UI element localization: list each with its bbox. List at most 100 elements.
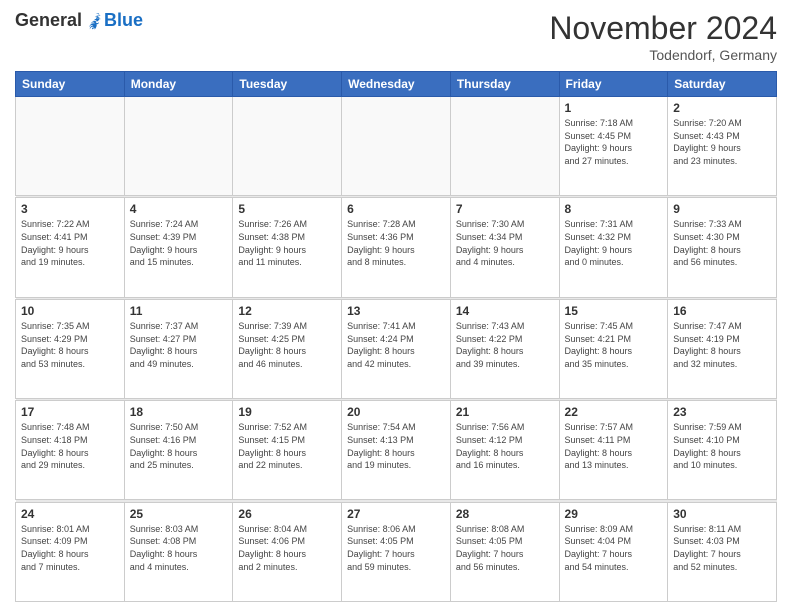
day-number: 12 (238, 304, 336, 318)
calendar-cell (450, 97, 559, 196)
day-number: 25 (130, 507, 228, 521)
day-info: Sunrise: 7:45 AM Sunset: 4:21 PM Dayligh… (565, 320, 663, 370)
calendar-cell: 5 Sunrise: 7:26 AM Sunset: 4:38 PM Daylig… (233, 198, 342, 297)
logo-blue-text: Blue (104, 10, 143, 31)
calendar-cell: 26 Sunrise: 8:04 AM Sunset: 4:06 PM Dayli… (233, 502, 342, 601)
calendar-cell: 12 Sunrise: 7:39 AM Sunset: 4:25 PM Dayli… (233, 299, 342, 398)
day-number: 10 (21, 304, 119, 318)
calendar-cell: 13 Sunrise: 7:41 AM Sunset: 4:24 PM Dayli… (342, 299, 451, 398)
calendar-cell: 28 Sunrise: 8:08 AM Sunset: 4:05 PM Dayli… (450, 502, 559, 601)
day-info: Sunrise: 7:41 AM Sunset: 4:24 PM Dayligh… (347, 320, 445, 370)
calendar-cell: 17Sunrise: 7:48 AM Sunset: 4:18 PM Dayli… (16, 401, 125, 500)
day-number: 13 (347, 304, 445, 318)
day-number: 6 (347, 202, 445, 216)
calendar-cell: 19 Sunrise: 7:52 AM Sunset: 4:15 PM Dayli… (233, 401, 342, 500)
calendar-cell: 4Sunrise: 7:24 AM Sunset: 4:39 PM Daylig… (124, 198, 233, 297)
header-friday: Friday (559, 72, 668, 97)
location: Todendorf, Germany (549, 47, 777, 63)
day-number: 8 (565, 202, 663, 216)
calendar-cell: 3 Sunrise: 7:22 AM Sunset: 4:41 PM Daylig… (16, 198, 125, 297)
calendar-cell: 6 Sunrise: 7:28 AM Sunset: 4:36 PM Daylig… (342, 198, 451, 297)
calendar-cell (233, 97, 342, 196)
calendar-cell: 20 Sunrise: 7:54 AM Sunset: 4:13 PM Dayli… (342, 401, 451, 500)
calendar-week-3: 10Sunrise: 7:35 AM Sunset: 4:29 PM Dayli… (16, 299, 777, 398)
day-number: 7 (456, 202, 554, 216)
day-info: Sunrise: 7:43 AM Sunset: 4:22 PM Dayligh… (456, 320, 554, 370)
day-number: 26 (238, 507, 336, 521)
calendar-page: General Blue November 2024 Todendorf, Ge… (0, 0, 792, 612)
day-info: Sunrise: 7:39 AM Sunset: 4:25 PM Dayligh… (238, 320, 336, 370)
calendar-cell: 11 Sunrise: 7:37 AM Sunset: 4:27 PM Dayli… (124, 299, 233, 398)
calendar-cell: 16 Sunrise: 7:47 AM Sunset: 4:19 PM Dayli… (668, 299, 777, 398)
day-info: Sunrise: 7:54 AM Sunset: 4:13 PM Dayligh… (347, 421, 445, 471)
day-info: Sunrise: 7:50 AM Sunset: 4:16 PM Dayligh… (130, 421, 228, 471)
calendar-cell: 10Sunrise: 7:35 AM Sunset: 4:29 PM Dayli… (16, 299, 125, 398)
day-number: 2 (673, 101, 771, 115)
calendar-cell: 15 Sunrise: 7:45 AM Sunset: 4:21 PM Dayli… (559, 299, 668, 398)
calendar-cell: 29 Sunrise: 8:09 AM Sunset: 4:04 PM Dayli… (559, 502, 668, 601)
calendar-week-1: 1Sunrise: 7:18 AM Sunset: 4:45 PM Daylig… (16, 97, 777, 196)
day-info: Sunrise: 7:30 AM Sunset: 4:34 PM Dayligh… (456, 218, 554, 268)
day-info: Sunrise: 7:52 AM Sunset: 4:15 PM Dayligh… (238, 421, 336, 471)
day-info: Sunrise: 7:26 AM Sunset: 4:38 PM Dayligh… (238, 218, 336, 268)
day-info: Sunrise: 7:57 AM Sunset: 4:11 PM Dayligh… (565, 421, 663, 471)
calendar-cell: 23 Sunrise: 7:59 AM Sunset: 4:10 PM Dayli… (668, 401, 777, 500)
day-number: 16 (673, 304, 771, 318)
header-monday: Monday (124, 72, 233, 97)
day-number: 20 (347, 405, 445, 419)
day-info: Sunrise: 8:04 AM Sunset: 4:06 PM Dayligh… (238, 523, 336, 573)
header-sunday: Sunday (16, 72, 125, 97)
day-info: Sunrise: 7:18 AM Sunset: 4:45 PM Dayligh… (565, 117, 663, 167)
day-number: 19 (238, 405, 336, 419)
calendar-cell: 27Sunrise: 8:06 AM Sunset: 4:05 PM Dayli… (342, 502, 451, 601)
day-info: Sunrise: 7:22 AM Sunset: 4:41 PM Dayligh… (21, 218, 119, 268)
day-number: 4 (130, 202, 228, 216)
day-number: 23 (673, 405, 771, 419)
day-info: Sunrise: 8:09 AM Sunset: 4:04 PM Dayligh… (565, 523, 663, 573)
calendar-cell: 7 Sunrise: 7:30 AM Sunset: 4:34 PM Daylig… (450, 198, 559, 297)
day-info: Sunrise: 7:59 AM Sunset: 4:10 PM Dayligh… (673, 421, 771, 471)
day-number: 3 (21, 202, 119, 216)
day-info: Sunrise: 8:06 AM Sunset: 4:05 PM Dayligh… (347, 523, 445, 573)
day-info: Sunrise: 7:33 AM Sunset: 4:30 PM Dayligh… (673, 218, 771, 268)
day-info: Sunrise: 8:01 AM Sunset: 4:09 PM Dayligh… (21, 523, 119, 573)
day-number: 21 (456, 405, 554, 419)
calendar-week-5: 24 Sunrise: 8:01 AM Sunset: 4:09 PM Dayli… (16, 502, 777, 601)
calendar-week-4: 17Sunrise: 7:48 AM Sunset: 4:18 PM Dayli… (16, 401, 777, 500)
day-number: 5 (238, 202, 336, 216)
day-info: Sunrise: 7:47 AM Sunset: 4:19 PM Dayligh… (673, 320, 771, 370)
title-section: November 2024 Todendorf, Germany (549, 10, 777, 63)
day-number: 28 (456, 507, 554, 521)
day-number: 24 (21, 507, 119, 521)
header-saturday: Saturday (668, 72, 777, 97)
day-number: 29 (565, 507, 663, 521)
day-number: 9 (673, 202, 771, 216)
calendar-cell: 14 Sunrise: 7:43 AM Sunset: 4:22 PM Dayli… (450, 299, 559, 398)
logo-bird-icon (84, 11, 104, 31)
calendar-table: Sunday Monday Tuesday Wednesday Thursday… (15, 71, 777, 602)
header-thursday: Thursday (450, 72, 559, 97)
day-number: 17 (21, 405, 119, 419)
day-number: 22 (565, 405, 663, 419)
calendar-cell (124, 97, 233, 196)
calendar-cell: 30Sunrise: 8:11 AM Sunset: 4:03 PM Dayli… (668, 502, 777, 601)
day-info: Sunrise: 7:28 AM Sunset: 4:36 PM Dayligh… (347, 218, 445, 268)
header-wednesday: Wednesday (342, 72, 451, 97)
day-number: 18 (130, 405, 228, 419)
calendar-cell: 21 Sunrise: 7:56 AM Sunset: 4:12 PM Dayli… (450, 401, 559, 500)
day-number: 14 (456, 304, 554, 318)
day-number: 11 (130, 304, 228, 318)
calendar-cell: 22 Sunrise: 7:57 AM Sunset: 4:11 PM Dayli… (559, 401, 668, 500)
day-info: Sunrise: 8:08 AM Sunset: 4:05 PM Dayligh… (456, 523, 554, 573)
logo: General Blue (15, 10, 143, 31)
day-number: 15 (565, 304, 663, 318)
calendar-cell: 9 Sunrise: 7:33 AM Sunset: 4:30 PM Daylig… (668, 198, 777, 297)
calendar-header-row: Sunday Monday Tuesday Wednesday Thursday… (16, 72, 777, 97)
day-info: Sunrise: 7:37 AM Sunset: 4:27 PM Dayligh… (130, 320, 228, 370)
calendar-week-2: 3 Sunrise: 7:22 AM Sunset: 4:41 PM Daylig… (16, 198, 777, 297)
calendar-cell (16, 97, 125, 196)
day-info: Sunrise: 7:31 AM Sunset: 4:32 PM Dayligh… (565, 218, 663, 268)
day-info: Sunrise: 7:56 AM Sunset: 4:12 PM Dayligh… (456, 421, 554, 471)
month-title: November 2024 (549, 10, 777, 47)
calendar-cell: 1Sunrise: 7:18 AM Sunset: 4:45 PM Daylig… (559, 97, 668, 196)
